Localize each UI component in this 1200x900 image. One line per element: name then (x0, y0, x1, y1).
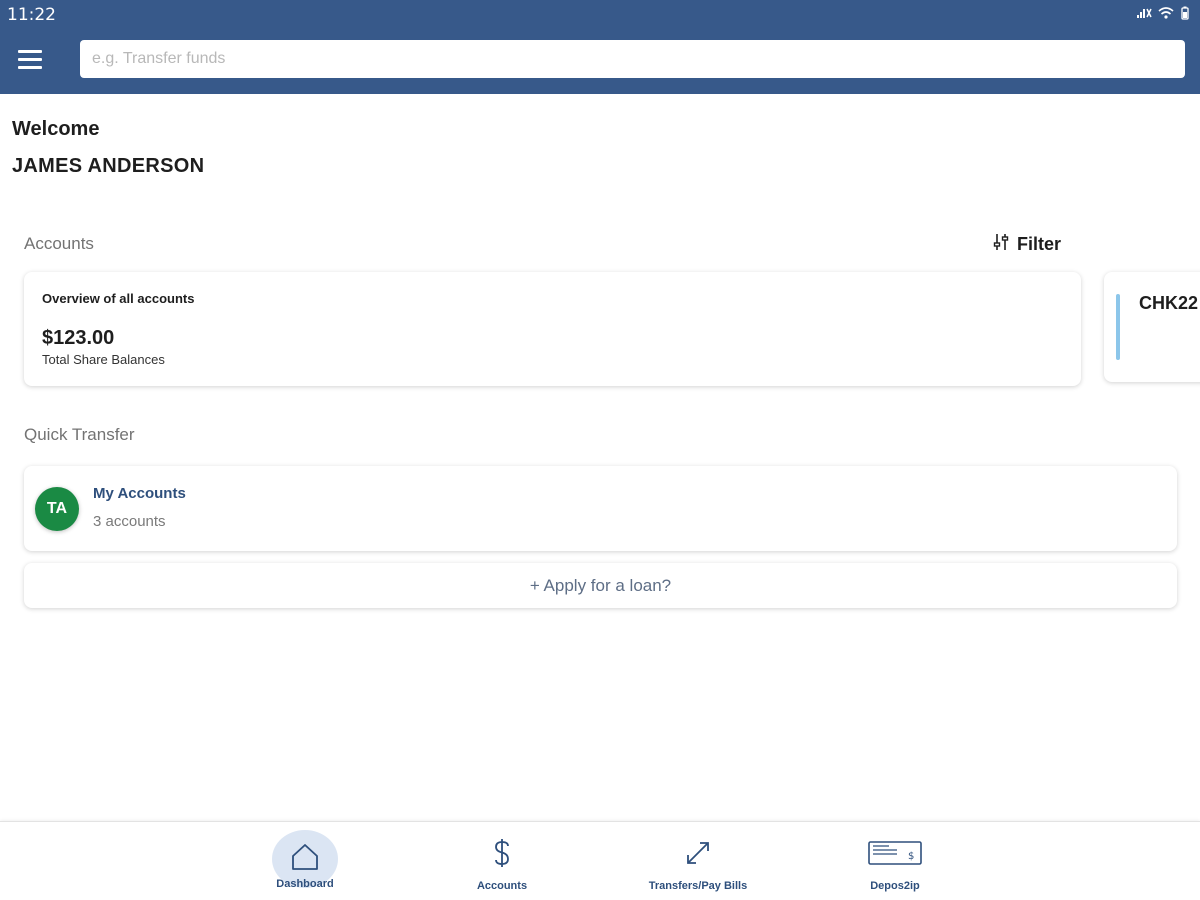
user-name: JAMES ANDERSON (12, 155, 205, 177)
signal-icon (1136, 6, 1152, 25)
app-header: 11:22 (0, 0, 1200, 94)
accounts-section-title: Accounts (24, 234, 94, 253)
svg-text:$: $ (908, 851, 914, 862)
nav-dashboard-label: Dashboard (276, 878, 334, 890)
accounts-overview-card[interactable]: Overview of all accounts $123.00 Total S… (24, 272, 1081, 386)
status-icons (1136, 6, 1190, 25)
overview-title: Overview of all accounts (42, 291, 195, 306)
nav-accounts[interactable]: Accounts (427, 832, 577, 894)
account-accent-bar (1116, 294, 1120, 360)
transfer-arrows-icon (684, 839, 712, 872)
search-input[interactable] (80, 40, 1185, 78)
account-card-chk[interactable]: CHK22 (1104, 272, 1200, 382)
dollar-icon (492, 838, 512, 873)
total-balance: $123.00 (42, 327, 115, 349)
quick-transfer-title: Quick Transfer (24, 425, 135, 444)
total-balance-label: Total Share Balances (42, 352, 165, 367)
filter-label: Filter (1017, 234, 1062, 254)
home-icon (290, 843, 320, 876)
bottom-navigation: Dashboard Accounts Transfers/Pay Bills $… (0, 821, 1200, 900)
check-deposit-icon: $ (867, 839, 923, 872)
my-accounts-transfer-item[interactable]: TA My Accounts 3 accounts (24, 466, 1177, 551)
transfer-item-subtitle: 3 accounts (93, 513, 166, 530)
avatar: TA (35, 487, 79, 531)
transfer-item-title: My Accounts (93, 485, 186, 502)
account-name: CHK22 (1139, 293, 1199, 313)
welcome-greeting: Welcome (12, 118, 100, 140)
nav-transfers[interactable]: Transfers/Pay Bills (623, 832, 773, 894)
filter-sliders-icon (993, 233, 1009, 256)
nav-accounts-label: Accounts (476, 880, 528, 892)
apply-loan-label: + Apply for a loan? (529, 575, 672, 595)
battery-icon (1180, 6, 1190, 25)
menu-icon[interactable] (18, 50, 42, 72)
status-time: 11:22 (7, 5, 56, 25)
nav-dashboard[interactable]: Dashboard (230, 830, 380, 894)
wifi-icon (1158, 6, 1174, 25)
nav-transfers-label: Transfers/Pay Bills (648, 880, 748, 892)
nav-depos2ip[interactable]: $ Depos2ip (820, 832, 970, 894)
filter-button[interactable]: Filter (993, 233, 1061, 256)
apply-loan-button[interactable]: + Apply for a loan? (24, 563, 1177, 608)
nav-depos2ip-label: Depos2ip (870, 880, 920, 892)
